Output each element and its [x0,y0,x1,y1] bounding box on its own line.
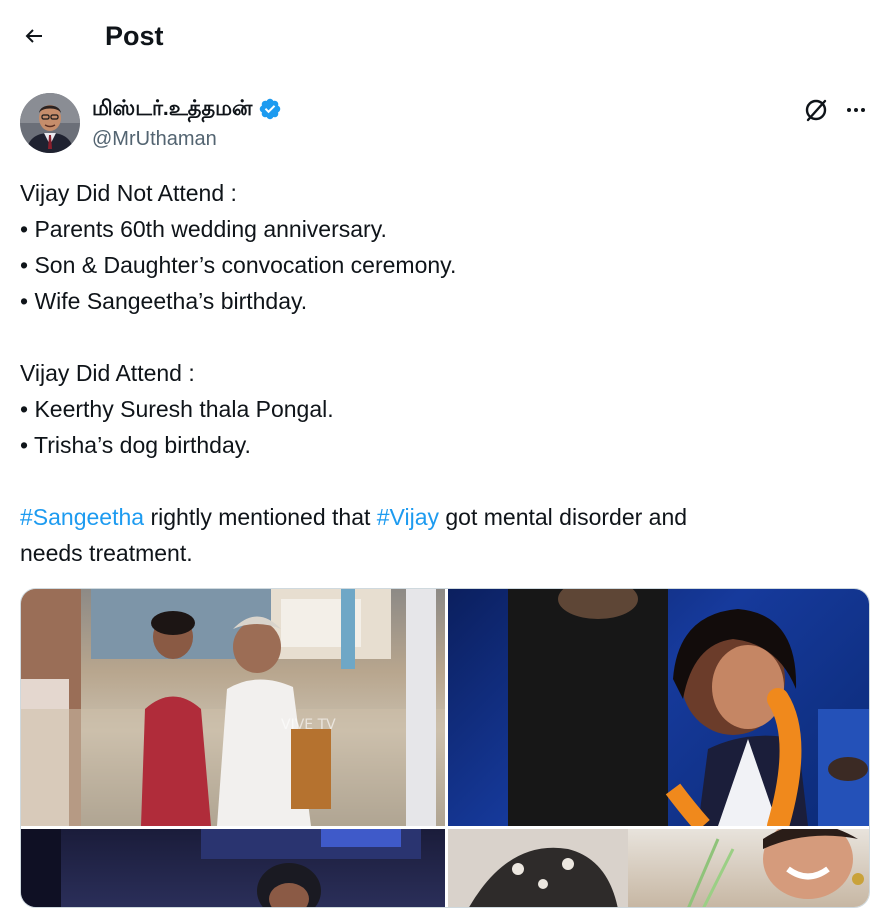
author-name-row: மிஸ்டர்.உத்தமன் [92,93,282,125]
author-handle[interactable]: @MrUthaman [92,126,217,152]
more-button[interactable] [840,94,872,126]
avatar[interactable] [20,93,80,153]
more-icon [847,108,865,112]
grok-icon [805,99,827,122]
back-button[interactable] [14,16,54,56]
tweet-line: • Trisha’s dog birthday. [20,432,251,458]
page-title: Post [105,21,164,51]
tweet-line: • Wife Sangeetha’s birthday. [20,288,308,314]
media-photo-4[interactable] [448,829,869,907]
top-bar: Post [0,0,873,72]
tweet-text: Vijay Did Not Attend : • Parents 60th we… [20,175,850,571]
tweet-line: • Son & Daughter’s convocation ceremony. [20,252,457,278]
tweet-line: needs treatment. [20,540,193,566]
media-watermark: VIVE TV [281,717,336,733]
hashtag-link[interactable]: #Sangeetha [20,504,144,530]
tweet-line: • Parents 60th wedding anniversary. [20,216,387,242]
tweet-text-segment: got mental disorder and [439,504,688,530]
photo-family [448,829,864,907]
photo-convocation [508,589,869,826]
verified-badge-icon[interactable] [258,97,282,121]
media-grid: VIVE TV [20,588,870,908]
author-display-name[interactable]: மிஸ்டர்.உத்தமன் [92,94,252,124]
hashtag-link[interactable]: #Vijay [377,504,439,530]
tweet-line: Vijay Did Not Attend : [20,180,237,206]
arrow-left-icon [25,29,42,43]
media-photo-1[interactable]: VIVE TV [21,589,445,826]
media-photo-2[interactable] [448,589,869,826]
tweet-text-segment: rightly mentioned that [144,504,377,530]
tweet-line: • Keerthy Suresh thala Pongal. [20,396,334,422]
avatar-image [20,93,80,153]
grok-button[interactable] [800,94,832,126]
media-photo-3[interactable] [21,829,445,907]
tweet-line: #Sangeetha rightly mentioned that #Vijay… [20,499,850,535]
photo-stage [21,829,421,907]
photo-elderly-couple: VIVE TV [21,589,445,826]
tweet-line: Vijay Did Attend : [20,360,195,386]
